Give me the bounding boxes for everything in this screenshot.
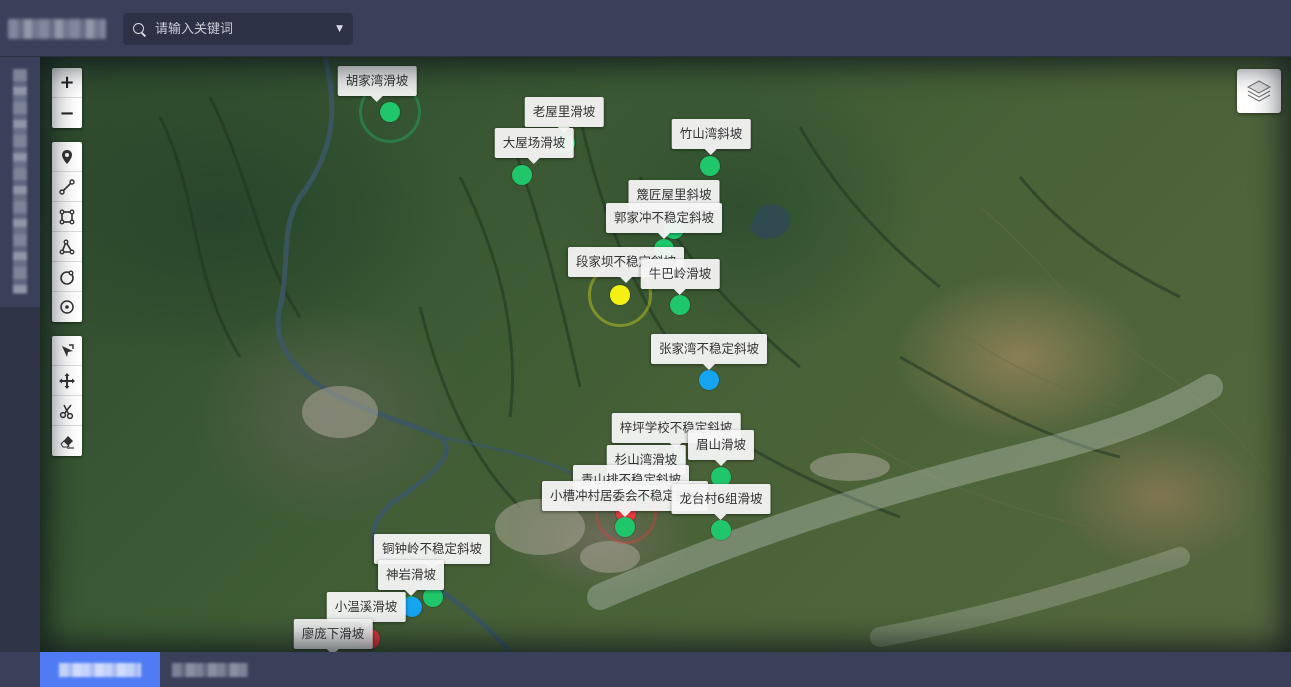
draw-circle-button[interactable] xyxy=(52,262,82,292)
marker-label[interactable]: 竹山湾斜坡 xyxy=(671,119,751,155)
left-sidebar xyxy=(0,57,40,652)
marker-label[interactable]: 龙台村6组滑坡 xyxy=(671,484,771,520)
erase-button[interactable] xyxy=(52,426,82,456)
map-pin-icon xyxy=(62,149,72,164)
draw-toolbar xyxy=(52,142,82,322)
bottom-tab[interactable] xyxy=(168,652,252,687)
marker-label[interactable]: 胡家湾滑坡 xyxy=(337,66,417,102)
marker-label[interactable]: 小温溪滑坡 xyxy=(326,592,406,628)
marker-label[interactable]: 眉山滑坡 xyxy=(687,430,755,466)
circle-marker-icon xyxy=(60,300,74,314)
chevron-down-icon[interactable]: ▼ xyxy=(336,24,343,34)
marker-label[interactable]: 牛巴岭滑坡 xyxy=(640,259,720,295)
zoom-control: + − xyxy=(52,68,82,128)
hazard-marker[interactable] xyxy=(380,102,400,122)
move-icon xyxy=(59,372,75,389)
map-view[interactable]: 胡家湾滑坡 老屋里滑坡 大屋场滑坡 竹山湾斜坡 篾匠屋里斜坡 郭家冲不稳定斜坡 段家坝不稳定… xyxy=(40,57,1291,652)
eraser-icon xyxy=(60,436,74,449)
hazard-marker[interactable] xyxy=(699,370,719,390)
edit-vertex-button[interactable] xyxy=(52,336,82,366)
edit-vertex-icon xyxy=(62,343,74,357)
search-input[interactable] xyxy=(155,21,337,37)
hazard-marker[interactable] xyxy=(423,587,443,607)
draw-line-button[interactable] xyxy=(52,172,82,202)
search-box[interactable]: ▼ xyxy=(123,13,353,45)
cut-button[interactable] xyxy=(52,396,82,426)
marker-label[interactable]: 老屋里滑坡 xyxy=(524,97,604,133)
hazard-marker[interactable] xyxy=(711,520,731,540)
app-logo xyxy=(8,19,106,39)
hazard-marker[interactable] xyxy=(512,165,532,185)
edit-toolbar xyxy=(52,336,82,456)
layers-icon xyxy=(1246,80,1272,102)
marker-label[interactable]: 张家湾不稳定斜坡 xyxy=(650,334,768,370)
draw-circle-marker-button[interactable] xyxy=(52,292,82,322)
bottom-bar xyxy=(0,652,1291,687)
hazard-marker[interactable] xyxy=(670,295,690,315)
sidebar-menu[interactable] xyxy=(0,57,40,307)
marker-label[interactable]: 神岩滑坡 xyxy=(377,560,445,596)
circle-icon xyxy=(60,270,74,285)
hazard-marker[interactable] xyxy=(700,156,720,176)
polygon-icon xyxy=(59,239,75,254)
polyline-icon xyxy=(59,178,75,195)
bottom-tab-active[interactable] xyxy=(40,652,160,687)
search-icon xyxy=(133,22,146,36)
scissors-icon xyxy=(59,404,74,419)
draw-rectangle-button[interactable] xyxy=(52,202,82,232)
marker-label[interactable]: 廖庞下滑坡 xyxy=(293,619,373,652)
layer-switcher-button[interactable] xyxy=(1237,69,1281,113)
rectangle-icon xyxy=(59,209,75,224)
draw-marker-button[interactable] xyxy=(52,142,82,172)
zoom-in-button[interactable]: + xyxy=(52,68,82,98)
hazard-marker[interactable] xyxy=(615,517,635,537)
draw-polygon-button[interactable] xyxy=(52,232,82,262)
sidebar-menu-items[interactable] xyxy=(13,69,27,294)
zoom-out-button[interactable]: − xyxy=(52,98,82,128)
top-bar: ▼ xyxy=(0,0,1291,57)
marker-label[interactable]: 大屋场滑坡 xyxy=(494,128,574,164)
marker-label[interactable]: 郭家冲不稳定斜坡 xyxy=(605,203,723,239)
drag-button[interactable] xyxy=(52,366,82,396)
hazard-marker[interactable] xyxy=(610,285,630,305)
